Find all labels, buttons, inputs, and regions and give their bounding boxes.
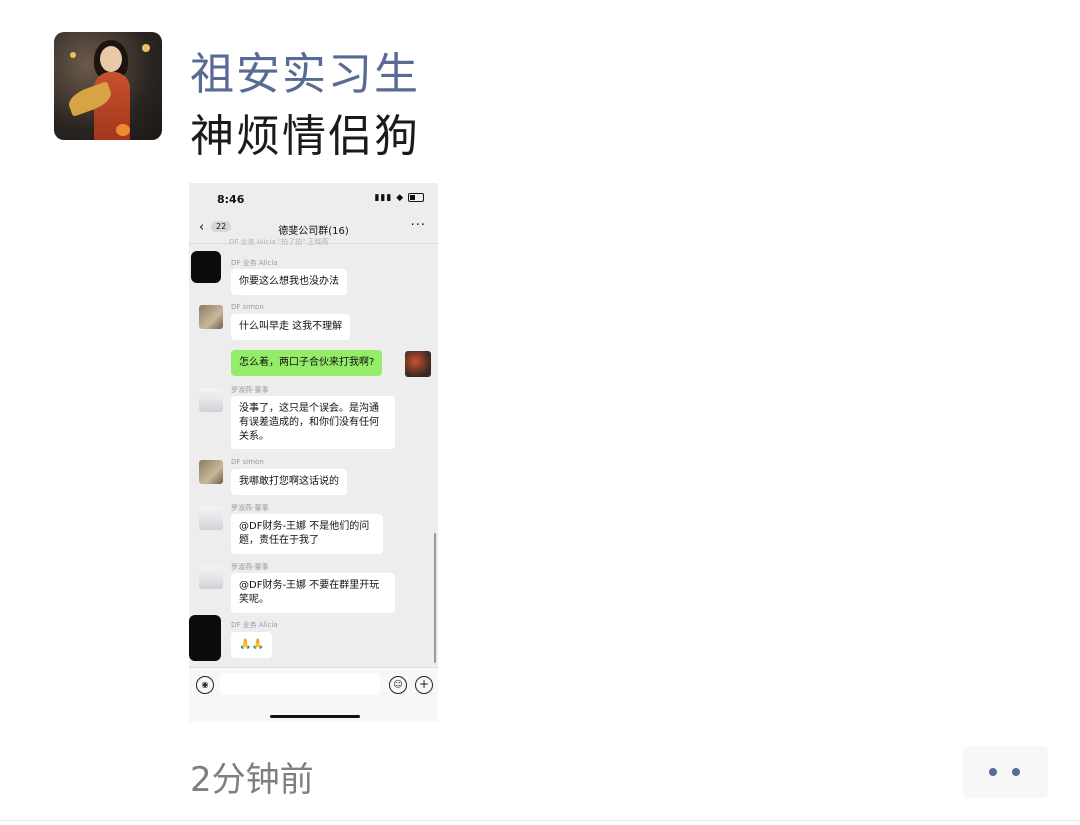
avatar-decor bbox=[116, 124, 130, 136]
avatar-decor bbox=[100, 46, 122, 72]
my-avatar bbox=[405, 351, 431, 377]
post-timestamp: 2分钟前 bbox=[190, 760, 314, 800]
message-bubble: 什么叫早走 这我不理解 bbox=[231, 314, 351, 340]
chat-title: 德斐公司群(16) bbox=[278, 226, 349, 237]
chat-input-bar: ◉ ☺ + bbox=[189, 667, 438, 722]
member-avatar bbox=[189, 615, 221, 661]
post-text: 神烦情侣狗 bbox=[190, 111, 420, 162]
battery-icon bbox=[408, 193, 424, 202]
sender-name: 罗淑燕-董事 bbox=[231, 386, 269, 394]
sender-name: 罗淑燕-董事 bbox=[231, 504, 269, 512]
sender-name: DF 业务 Alicia bbox=[231, 259, 278, 267]
message-bubble: @DF财务-王娜 不要在群里开玩 笑呢。 bbox=[231, 573, 395, 613]
member-avatar bbox=[199, 565, 223, 589]
system-hint: DF 业务 Alicia "拍了拍" 王晓燕 bbox=[229, 238, 329, 246]
message-line: 笑呢。 bbox=[239, 594, 269, 605]
message-line: 题，责任在于我了 bbox=[239, 535, 319, 546]
member-avatar bbox=[199, 506, 223, 530]
status-time: 8:46 bbox=[217, 193, 245, 206]
author-avatar[interactable] bbox=[54, 32, 162, 140]
avatar-decor bbox=[70, 52, 76, 58]
member-avatar bbox=[199, 388, 223, 412]
member-avatar bbox=[199, 305, 223, 329]
more-icon: ··· bbox=[410, 218, 426, 233]
author-name[interactable]: 祖安实习生 bbox=[190, 38, 420, 102]
message-input bbox=[220, 673, 380, 695]
message-bubble: 你要这么想我也没办法 bbox=[231, 269, 347, 295]
message-line: 关系。 bbox=[239, 431, 269, 442]
plus-icon: + bbox=[415, 676, 433, 694]
message-line: @DF财务-王娜 不要在群里开玩 bbox=[239, 580, 380, 591]
signal-icon: ▮▮▮ bbox=[374, 193, 393, 203]
emoji-icon: ☺ bbox=[389, 676, 407, 694]
voice-icon: ◉ bbox=[196, 676, 214, 694]
message-line: @DF财务-王娜 不是他们的问 bbox=[239, 521, 370, 532]
sender-name: 罗淑燕-董事 bbox=[231, 563, 269, 571]
comment-like-button[interactable] bbox=[962, 746, 1048, 798]
sender-name: DF simon bbox=[231, 458, 264, 466]
divider bbox=[0, 820, 1080, 821]
my-message-bubble: 怎么着，两口子合伙来打我啊? bbox=[231, 350, 383, 376]
message-bubble: @DF财务-王娜 不是他们的问 题，责任在于我了 bbox=[231, 514, 383, 554]
scrollbar bbox=[434, 533, 436, 663]
avatar-decor bbox=[142, 44, 150, 52]
message-line: 有误差造成的，和你们没有任何 bbox=[239, 417, 379, 428]
home-indicator bbox=[270, 715, 360, 718]
message-bubble: 🙏🙏 bbox=[231, 632, 272, 658]
message-line: 没事了，这只是个误会。是沟通 bbox=[239, 403, 379, 414]
more-dot-icon bbox=[989, 768, 997, 776]
wifi-icon: ◆ bbox=[396, 193, 405, 203]
member-avatar bbox=[199, 460, 223, 484]
message-bubble: 我哪敢打您啊这话说的 bbox=[231, 469, 347, 495]
message-bubble: 没事了，这只是个误会。是沟通 有误差造成的，和你们没有任何 关系。 bbox=[231, 396, 395, 449]
more-dot-icon bbox=[1012, 768, 1020, 776]
post-image[interactable]: 8:46 ▮▮▮ ◆ ‹ 22 德斐公司群(16) ··· DF 业务 Alic… bbox=[189, 183, 438, 722]
status-icons: ▮▮▮ ◆ bbox=[374, 193, 424, 203]
sender-name: DF simon bbox=[231, 303, 264, 311]
sender-name: DF 业务 Alicia bbox=[231, 621, 278, 629]
phone-status-bar: 8:46 ▮▮▮ ◆ bbox=[189, 183, 438, 213]
member-avatar bbox=[191, 251, 221, 283]
